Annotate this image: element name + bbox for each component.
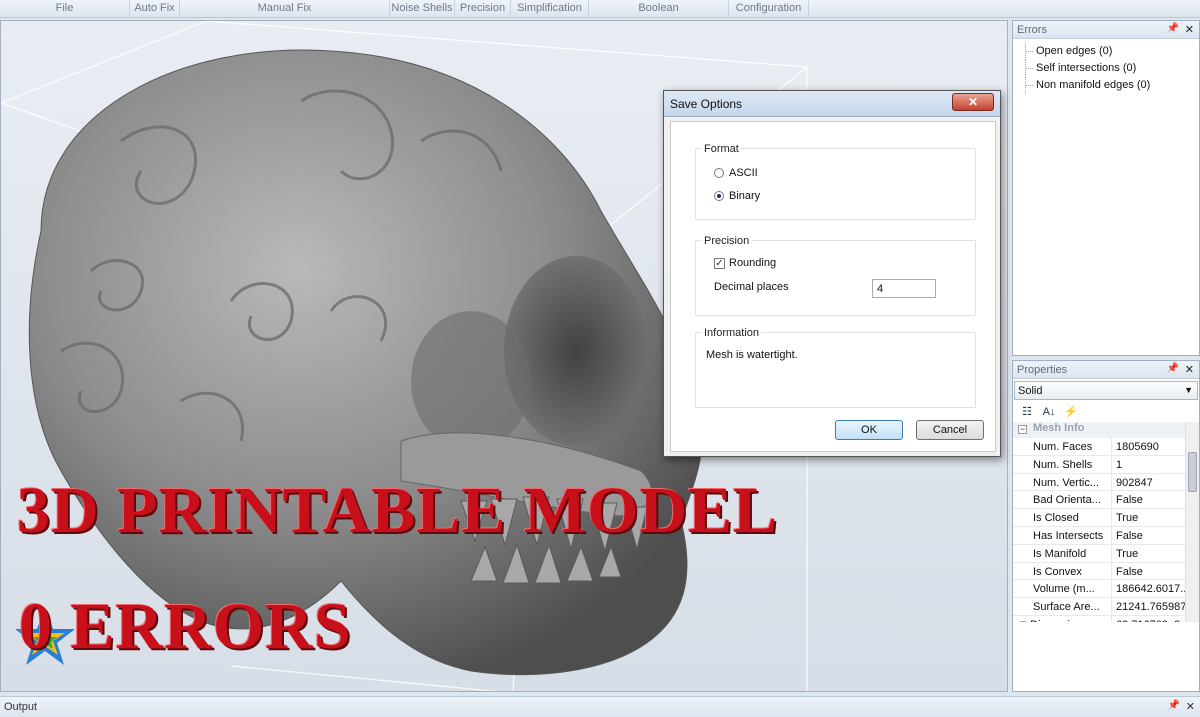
properties-panel-header: Properties 📌 ✕ bbox=[1013, 361, 1199, 379]
properties-scrollbar[interactable] bbox=[1185, 422, 1199, 622]
information-group: Information Mesh is watertight. bbox=[695, 327, 976, 408]
errors-panel-title: Errors bbox=[1017, 24, 1047, 36]
properties-panel: Properties 📌 ✕ Solid ▼ ☷ A↓ ⚡ − Mesh Inf… bbox=[1012, 360, 1200, 692]
object-selector-value: Solid bbox=[1018, 385, 1043, 397]
radio-binary-label: Binary bbox=[729, 190, 761, 202]
close-icon[interactable]: ✕ bbox=[1185, 363, 1194, 376]
property-name: Has Intersects bbox=[1013, 526, 1112, 544]
tab-noise-shells[interactable]: Noise Shells bbox=[390, 0, 455, 18]
property-name: Is Closed bbox=[1013, 509, 1112, 526]
properties-panel-title: Properties bbox=[1017, 364, 1068, 376]
pin-icon[interactable]: 📌 bbox=[1167, 363, 1179, 374]
tab-auto-fix[interactable]: Auto Fix bbox=[130, 0, 180, 18]
object-selector[interactable]: Solid ▼ bbox=[1014, 381, 1198, 400]
tab-simplification[interactable]: Simplification bbox=[511, 0, 589, 18]
output-title: Output bbox=[4, 701, 38, 713]
scrollbar-thumb[interactable] bbox=[1188, 452, 1197, 492]
property-row[interactable]: Num. Vertic... 902847 bbox=[1013, 473, 1199, 492]
categorized-icon[interactable]: ☷ bbox=[1019, 404, 1035, 420]
errors-panel-header: Errors 📌 ✕ bbox=[1013, 21, 1199, 39]
property-name: ⊞ Dimensi... bbox=[1013, 615, 1112, 622]
decimal-places-label: Decimal places bbox=[714, 281, 789, 293]
rounding-checkbox-label: Rounding bbox=[729, 257, 777, 269]
property-name: Surface Are... bbox=[1013, 598, 1112, 615]
dialog-title: Save Options bbox=[670, 97, 743, 111]
property-name: Num. Vertic... bbox=[1013, 473, 1112, 491]
rounding-checkbox[interactable]: ✓ Rounding bbox=[714, 257, 776, 269]
radio-binary[interactable]: Binary bbox=[714, 190, 760, 202]
expand-icon[interactable]: ⊞ bbox=[1019, 620, 1030, 622]
tab-manual-fix[interactable]: Manual Fix bbox=[180, 0, 390, 18]
radio-ascii[interactable]: ASCII bbox=[714, 167, 758, 179]
errors-tree: Open edges (0) Self intersections (0) No… bbox=[1013, 39, 1199, 94]
close-icon[interactable]: ✕ bbox=[1186, 700, 1195, 713]
precision-group: Precision ✓ Rounding Decimal places 4 bbox=[695, 235, 976, 316]
chevron-down-icon: ▼ bbox=[1184, 385, 1193, 395]
precision-group-label: Precision bbox=[702, 235, 752, 247]
overlay-title-line1: 3D PRINTABLE MODEL bbox=[17, 474, 779, 547]
dialog-title-bar[interactable]: Save Options ✕ bbox=[664, 91, 1000, 117]
property-row[interactable]: Is Manifold True bbox=[1013, 544, 1199, 563]
property-name: Bad Orienta... bbox=[1013, 491, 1112, 509]
ribbon-tabs: File Auto Fix Manual Fix Noise Shells Pr… bbox=[0, 0, 1200, 18]
property-rows: Num. Faces 1805690 Num. Shells 1 Num. Vertic… bbox=[1013, 438, 1199, 622]
property-name: Volume (m... bbox=[1013, 580, 1112, 598]
errors-panel: Errors 📌 ✕ Open edges (0) Self intersect… bbox=[1012, 20, 1200, 356]
rounding-checkbox-control[interactable]: ✓ bbox=[714, 257, 725, 269]
tab-file[interactable]: File bbox=[0, 0, 130, 18]
property-row[interactable]: Volume (m... 186642.6017... bbox=[1013, 580, 1199, 599]
tab-configuration[interactable]: Configuration bbox=[729, 0, 809, 18]
property-name-label: Dimensi... bbox=[1030, 619, 1079, 622]
property-row[interactable]: Surface Are... 21241.765987 bbox=[1013, 598, 1199, 616]
ok-button[interactable]: OK bbox=[835, 420, 903, 440]
format-group: Format ASCII Binary bbox=[695, 143, 976, 220]
category-label: Mesh Info bbox=[1033, 422, 1085, 434]
property-grid: − Mesh Info Num. Faces 1805690 Num. Shells… bbox=[1013, 422, 1199, 622]
tab-boolean[interactable]: Boolean bbox=[589, 0, 729, 18]
pin-icon[interactable]: 📌 bbox=[1168, 700, 1180, 711]
category-mesh-info[interactable]: − Mesh Info bbox=[1013, 422, 1199, 438]
decimal-places-input[interactable]: 4 bbox=[872, 279, 936, 298]
events-icon[interactable]: ⚡ bbox=[1063, 404, 1079, 420]
property-name: Num. Shells bbox=[1013, 455, 1112, 473]
property-row[interactable]: Is Closed True bbox=[1013, 509, 1199, 527]
properties-toolbar: ☷ A↓ ⚡ bbox=[1013, 402, 1199, 422]
pin-icon[interactable]: 📌 bbox=[1167, 23, 1179, 34]
information-text: Mesh is watertight. bbox=[706, 349, 798, 361]
error-non-manifold-edges[interactable]: Non manifold edges (0) bbox=[1021, 77, 1199, 94]
property-row[interactable]: ⊞ Dimensi...62.716702, 8... bbox=[1013, 615, 1199, 622]
property-name: Is Manifold bbox=[1013, 544, 1112, 562]
property-row[interactable]: Bad Orienta... False bbox=[1013, 491, 1199, 510]
cancel-button[interactable]: Cancel bbox=[916, 420, 984, 440]
dialog-body: Format ASCII Binary Precision ✓ Rounding… bbox=[670, 121, 996, 452]
property-row[interactable]: Has Intersects False bbox=[1013, 526, 1199, 545]
save-options-dialog: Save Options ✕ Format ASCII Binary Preci… bbox=[663, 90, 1001, 457]
error-self-intersections[interactable]: Self intersections (0) bbox=[1021, 60, 1199, 77]
radio-binary-control[interactable] bbox=[714, 191, 724, 201]
radio-ascii-label: ASCII bbox=[729, 167, 758, 179]
property-name: Is Convex bbox=[1013, 562, 1112, 580]
information-group-label: Information bbox=[702, 327, 762, 339]
property-row[interactable]: Num. Faces 1805690 bbox=[1013, 438, 1199, 456]
property-row[interactable]: Num. Shells 1 bbox=[1013, 455, 1199, 474]
format-group-label: Format bbox=[702, 143, 741, 155]
sort-alpha-icon[interactable]: A↓ bbox=[1041, 404, 1057, 420]
overlay-title-line2: 0 ERRORS bbox=[19, 590, 352, 663]
close-icon[interactable]: ✕ bbox=[1185, 23, 1194, 36]
error-open-edges[interactable]: Open edges (0) bbox=[1021, 43, 1199, 60]
dialog-close-button[interactable]: ✕ bbox=[952, 93, 994, 111]
property-row[interactable]: Is Convex False bbox=[1013, 562, 1199, 581]
property-name: Num. Faces bbox=[1013, 438, 1112, 455]
tab-precision[interactable]: Precision bbox=[455, 0, 511, 18]
radio-ascii-control[interactable] bbox=[714, 168, 724, 178]
output-panel-bar: Output 📌 ✕ bbox=[0, 696, 1200, 717]
collapse-icon[interactable]: − bbox=[1018, 425, 1027, 434]
